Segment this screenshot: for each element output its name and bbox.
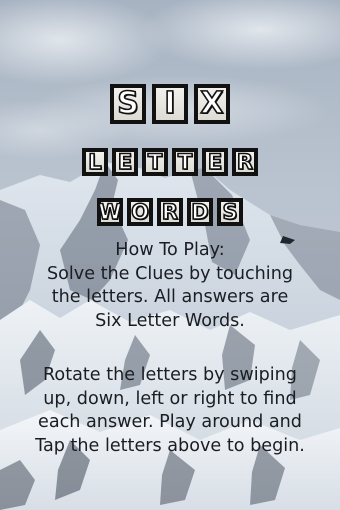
letter-tile[interactable]: R: [232, 148, 258, 176]
letter-tile[interactable]: E: [112, 148, 138, 176]
instruction-line: up, down, left or right to find: [43, 388, 297, 409]
letter-tile[interactable]: X: [194, 84, 230, 124]
instruction-line: Rotate the letters by swiping: [43, 365, 297, 385]
letter-tile[interactable]: D: [187, 198, 213, 226]
title-word-letter[interactable]: L E T T E R: [0, 148, 340, 176]
instruction-line: Solve the Clues by touching: [46, 263, 294, 284]
instruction-line: Tap the letters above to begin.: [35, 435, 305, 456]
letter-tile[interactable]: E: [202, 148, 228, 176]
game-title[interactable]: S I X L E T T E R W O R D S: [0, 0, 340, 240]
letter-tile[interactable]: T: [172, 148, 198, 176]
instruction-line: How To Play:: [115, 240, 225, 260]
letter-tile[interactable]: R: [157, 198, 183, 226]
title-word-six[interactable]: S I X: [0, 84, 340, 124]
letter-tile[interactable]: L: [82, 148, 108, 176]
letter-tile[interactable]: S: [217, 198, 243, 226]
letter-tile[interactable]: S: [110, 84, 146, 124]
letter-tile[interactable]: W: [97, 198, 123, 226]
letter-tile[interactable]: I: [152, 84, 188, 124]
rotate-instructions-text: Rotate the letters by swiping up, down, …: [0, 364, 340, 458]
instruction-line: Six Letter Words.: [95, 310, 245, 331]
letter-tile[interactable]: T: [142, 148, 168, 176]
letter-tile[interactable]: O: [127, 198, 153, 226]
how-to-play-text: How To Play: Solve the Clues by touching…: [0, 239, 340, 333]
instruction-line: the letters. All answers are: [51, 287, 289, 307]
instruction-line: each answer. Play around and: [38, 412, 302, 432]
title-word-words[interactable]: W O R D S: [0, 198, 340, 226]
